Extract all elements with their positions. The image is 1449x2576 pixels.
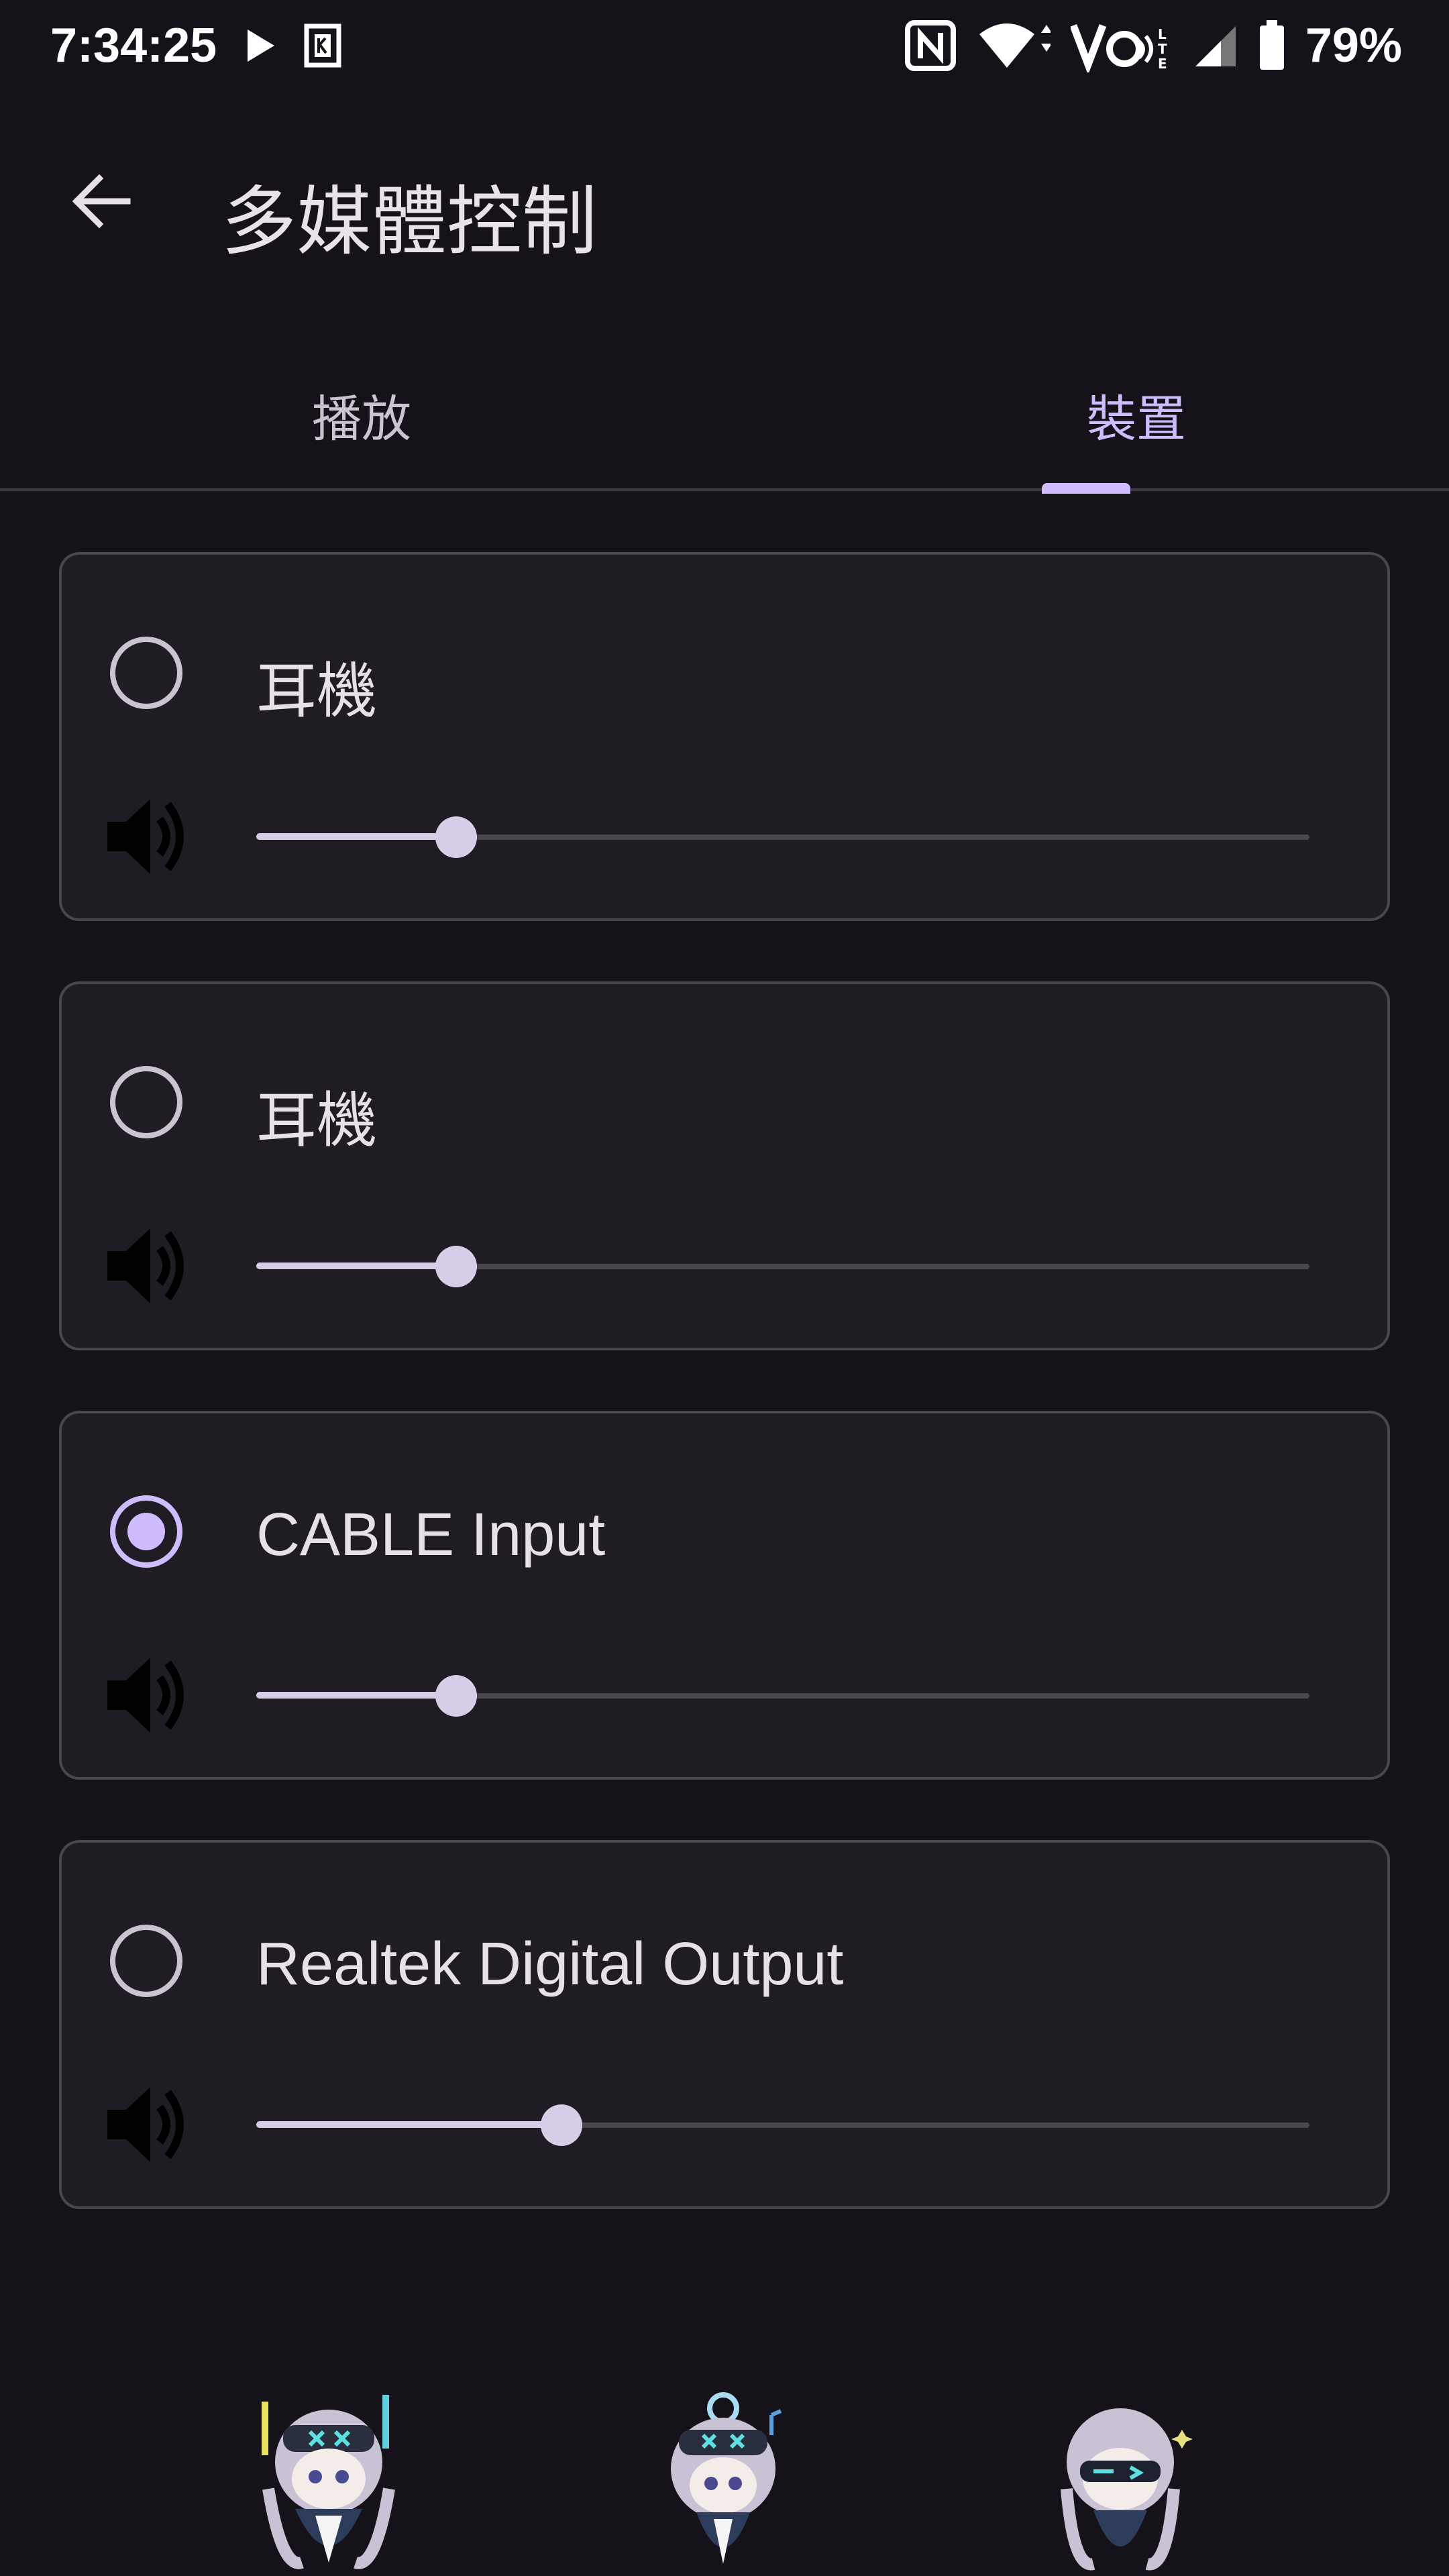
back-button[interactable] xyxy=(54,154,148,248)
tab-indicator xyxy=(1042,483,1130,494)
slider-thumb[interactable] xyxy=(435,1246,478,1287)
slider-fill xyxy=(256,1692,457,1699)
page-title: 多媒體控制 xyxy=(221,178,597,266)
play-icon xyxy=(244,27,277,64)
device-card: 耳機 xyxy=(59,981,1390,1350)
status-left: 7:34:25 xyxy=(50,18,341,73)
status-right: LTE 79% xyxy=(904,18,1402,73)
device-name: 耳機 xyxy=(256,1085,377,1156)
device-list: 耳機 耳機 CABLE Input Realtek Digital Output xyxy=(59,552,1390,2269)
device-card: 耳機 xyxy=(59,552,1390,921)
volume-icon xyxy=(107,2087,184,2162)
slider-fill xyxy=(256,2121,562,2128)
mascot-singer-image xyxy=(671,2392,782,2564)
volte-icon: LTE xyxy=(1070,19,1171,72)
tab-bar: 播放 裝置 xyxy=(0,349,1449,491)
battery-icon xyxy=(1258,19,1285,71)
svg-text:L: L xyxy=(1158,26,1167,42)
status-bar: 7:34:25 LTE 79% xyxy=(0,0,1449,91)
volume-slider[interactable] xyxy=(256,816,1309,858)
volume-slider[interactable] xyxy=(256,2104,1309,2146)
tab-devices[interactable]: 裝置 xyxy=(724,349,1449,488)
screen: 7:34:25 LTE 79% 多媒體控制 播放 裝置 耳機 耳機 CABLE … xyxy=(0,0,1449,2576)
device-radio[interactable] xyxy=(110,1925,182,1997)
device-name: 耳機 xyxy=(256,656,377,727)
mascot-visor-image xyxy=(1061,2408,1193,2571)
nfc-icon xyxy=(904,19,957,72)
volume-slider[interactable] xyxy=(256,1675,1309,1717)
tab-devices-label: 裝置 xyxy=(1087,390,1186,448)
mascot-strip xyxy=(0,2388,1449,2576)
device-radio-selected[interactable] xyxy=(110,1495,182,1568)
wifi-icon xyxy=(977,19,1051,72)
volume-icon xyxy=(107,1658,184,1733)
arrow-back-icon xyxy=(72,174,131,229)
device-name: Realtek Digital Output xyxy=(256,1931,844,1998)
device-card: Realtek Digital Output xyxy=(59,1840,1390,2209)
app-bar: 多媒體控制 xyxy=(0,127,1449,282)
volume-slider[interactable] xyxy=(256,1246,1309,1287)
volume-icon xyxy=(107,799,184,874)
slider-fill xyxy=(256,1263,457,1269)
signal-icon xyxy=(1191,22,1238,69)
svg-text:T: T xyxy=(1158,41,1167,57)
svg-text:E: E xyxy=(1158,56,1167,72)
mascot-drummer-image xyxy=(262,2395,395,2569)
slider-thumb[interactable] xyxy=(435,1675,478,1717)
volume-icon xyxy=(107,1228,184,1303)
status-time: 7:34:25 xyxy=(50,18,217,72)
device-radio[interactable] xyxy=(110,1066,182,1138)
tab-playback[interactable]: 播放 xyxy=(0,349,724,488)
slider-thumb[interactable] xyxy=(435,816,478,858)
slider-thumb[interactable] xyxy=(541,2104,583,2146)
device-name: CABLE Input xyxy=(256,1501,606,1568)
k-app-icon xyxy=(304,23,341,68)
battery-percent: 79% xyxy=(1305,18,1402,72)
tab-playback-label: 播放 xyxy=(312,390,411,448)
device-card: CABLE Input xyxy=(59,1411,1390,1780)
slider-fill xyxy=(256,833,457,840)
device-radio[interactable] xyxy=(110,637,182,709)
